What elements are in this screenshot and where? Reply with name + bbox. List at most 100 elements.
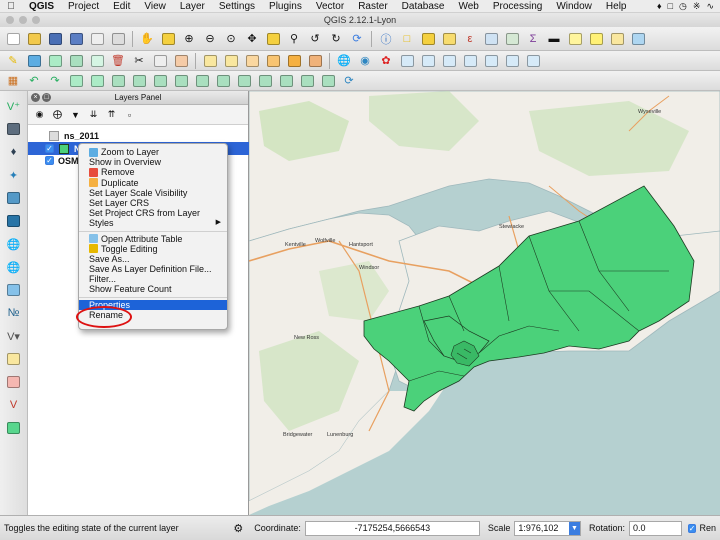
plugin-g-icon[interactable]	[524, 53, 542, 69]
coordinate-toggle-icon[interactable]: ⚙	[230, 520, 246, 536]
plugin-f-icon[interactable]	[503, 53, 521, 69]
edit-pencil-icon[interactable]: ✎	[4, 53, 22, 69]
redo-icon[interactable]: ↷	[46, 73, 64, 89]
menu-item-set-layer-crs[interactable]: Set Layer CRS	[79, 198, 227, 208]
zoom-window-button[interactable]	[32, 16, 40, 24]
expand-all-icon[interactable]: ⇊	[86, 108, 101, 122]
field-calculator-icon[interactable]	[503, 31, 521, 47]
zoom-selection-icon[interactable]	[264, 31, 282, 47]
menu-item-set-project-crs-from-layer[interactable]: Set Project CRS from Layer	[79, 208, 227, 218]
menu-layer[interactable]: Layer	[173, 1, 212, 12]
refresh-icon[interactable]: ⟳	[348, 31, 366, 47]
deselect-icon[interactable]	[440, 31, 458, 47]
split-parts-icon[interactable]	[277, 73, 295, 89]
menu-item-show-in-overview[interactable]: Show in Overview	[79, 157, 227, 167]
add-ring-icon[interactable]	[109, 73, 127, 89]
plugin-b-icon[interactable]	[419, 53, 437, 69]
add-vector-layer-icon[interactable]: V⁺	[4, 97, 24, 115]
composer-manager-icon[interactable]	[109, 31, 127, 47]
add-part-icon[interactable]	[130, 73, 148, 89]
move-feature-icon[interactable]	[67, 53, 85, 69]
add-group-icon[interactable]	[4, 419, 24, 437]
cut-features-icon[interactable]: ✂	[130, 53, 148, 69]
add-delimited-text-icon[interactable]: №	[4, 304, 24, 322]
label-move-icon[interactable]	[264, 53, 282, 69]
bookmark-icon[interactable]	[629, 31, 647, 47]
statistics-sum-icon[interactable]: Σ	[524, 31, 542, 47]
add-wfs-layer-icon[interactable]	[4, 281, 24, 299]
menu-edit[interactable]: Edit	[106, 1, 137, 12]
label-change-icon[interactable]	[306, 53, 324, 69]
clock-icon[interactable]: ◷	[679, 1, 687, 12]
add-wms-layer-icon[interactable]: 🌐	[4, 235, 24, 253]
menu-item-filter[interactable]: Filter...	[79, 274, 227, 284]
menu-item-properties[interactable]: Properties	[79, 299, 227, 310]
tray-icon[interactable]: □	[668, 1, 673, 12]
rotation-field[interactable]: 0.0	[629, 520, 682, 536]
menu-web[interactable]: Web	[451, 1, 485, 12]
layer-style-icon[interactable]: ◉	[32, 108, 47, 122]
menu-plugins[interactable]: Plugins	[262, 1, 309, 12]
menu-project[interactable]: Project	[61, 1, 106, 12]
pan-hand-icon[interactable]: ✋	[138, 31, 156, 47]
copy-features-icon[interactable]	[151, 53, 169, 69]
label-pin-icon[interactable]	[222, 53, 240, 69]
menu-item-styles[interactable]: Styles ▶	[79, 218, 227, 228]
split-features-icon[interactable]	[256, 73, 274, 89]
zoom-in-icon[interactable]: ⊕	[180, 31, 198, 47]
save-as-icon[interactable]	[67, 31, 85, 47]
menu-item-remove[interactable]: Remove	[79, 167, 227, 177]
menu-vector[interactable]: Vector	[309, 1, 351, 12]
layer-visibility-checkbox[interactable]: ✓	[45, 156, 54, 165]
simplify-icon[interactable]	[88, 73, 106, 89]
add-mssql-layer-icon[interactable]	[4, 189, 24, 207]
menu-database[interactable]: Database	[395, 1, 452, 12]
measure-icon[interactable]: ▬	[545, 31, 563, 47]
add-oracle-layer-icon[interactable]	[4, 212, 24, 230]
print-composer-icon[interactable]	[88, 31, 106, 47]
menu-window[interactable]: Window	[549, 1, 599, 12]
bluetooth-icon[interactable]: ※	[693, 1, 701, 12]
save-project-icon[interactable]	[46, 31, 64, 47]
add-feature-icon[interactable]	[46, 53, 64, 69]
layer-row-osm[interactable]: ✓ OSM	[45, 154, 79, 167]
zoom-out-icon[interactable]: ⊖	[201, 31, 219, 47]
rotate-point-icon[interactable]: ⟳	[340, 73, 358, 89]
map-tips-icon[interactable]	[608, 31, 626, 47]
rotate-feature-icon[interactable]	[67, 73, 85, 89]
menu-item-open-attribute-table[interactable]: Open Attribute Table	[79, 234, 227, 244]
delete-ring-icon[interactable]	[172, 73, 190, 89]
label-show-icon[interactable]	[243, 53, 261, 69]
offset-curve-icon[interactable]	[235, 73, 253, 89]
delete-part-icon[interactable]	[193, 73, 211, 89]
menu-item-set-layer-scale-visibility[interactable]: Set Layer Scale Visibility	[79, 188, 227, 198]
pan-to-selection-icon[interactable]	[159, 31, 177, 47]
save-edits-icon[interactable]	[25, 53, 43, 69]
menu-item-save-as-layer-definition-file[interactable]: Save As Layer Definition File...	[79, 264, 227, 274]
expression-select-icon[interactable]: ε	[461, 31, 479, 47]
add-spatialite-layer-icon[interactable]: ✦	[4, 166, 24, 184]
chevron-down-icon[interactable]: ▼	[568, 521, 580, 535]
menu-app-qgis[interactable]: QGIS	[22, 1, 61, 12]
menu-processing[interactable]: Processing	[486, 1, 549, 12]
menu-item-duplicate[interactable]: Duplicate	[79, 178, 227, 188]
coordinate-field[interactable]: -7175254,5666543	[304, 520, 480, 536]
menu-item-toggle-editing[interactable]: Toggle Editing	[79, 244, 227, 254]
label-rotate-icon[interactable]	[285, 53, 303, 69]
plugin-e-icon[interactable]	[482, 53, 500, 69]
add-wcs-layer-icon[interactable]: 🌐	[4, 258, 24, 276]
remove-layer-icon[interactable]: ▫	[122, 108, 137, 122]
close-panel-icon[interactable]: ×	[31, 93, 40, 102]
node-tool-icon[interactable]	[88, 53, 106, 69]
identify-icon[interactable]: ⓘ	[377, 31, 395, 47]
plugin-a-icon[interactable]	[398, 53, 416, 69]
zoom-full-icon[interactable]: ✥	[243, 31, 261, 47]
zoom-last-icon[interactable]: ↺	[306, 31, 324, 47]
float-panel-icon[interactable]: □	[42, 93, 51, 102]
menu-settings[interactable]: Settings	[212, 1, 262, 12]
annotation-icon[interactable]	[566, 31, 584, 47]
new-shapefile-icon[interactable]: V▾	[4, 327, 24, 345]
layer-visibility-checkbox[interactable]: ✓	[45, 144, 54, 153]
open-project-icon[interactable]	[25, 31, 43, 47]
reshape-icon[interactable]	[214, 73, 232, 89]
